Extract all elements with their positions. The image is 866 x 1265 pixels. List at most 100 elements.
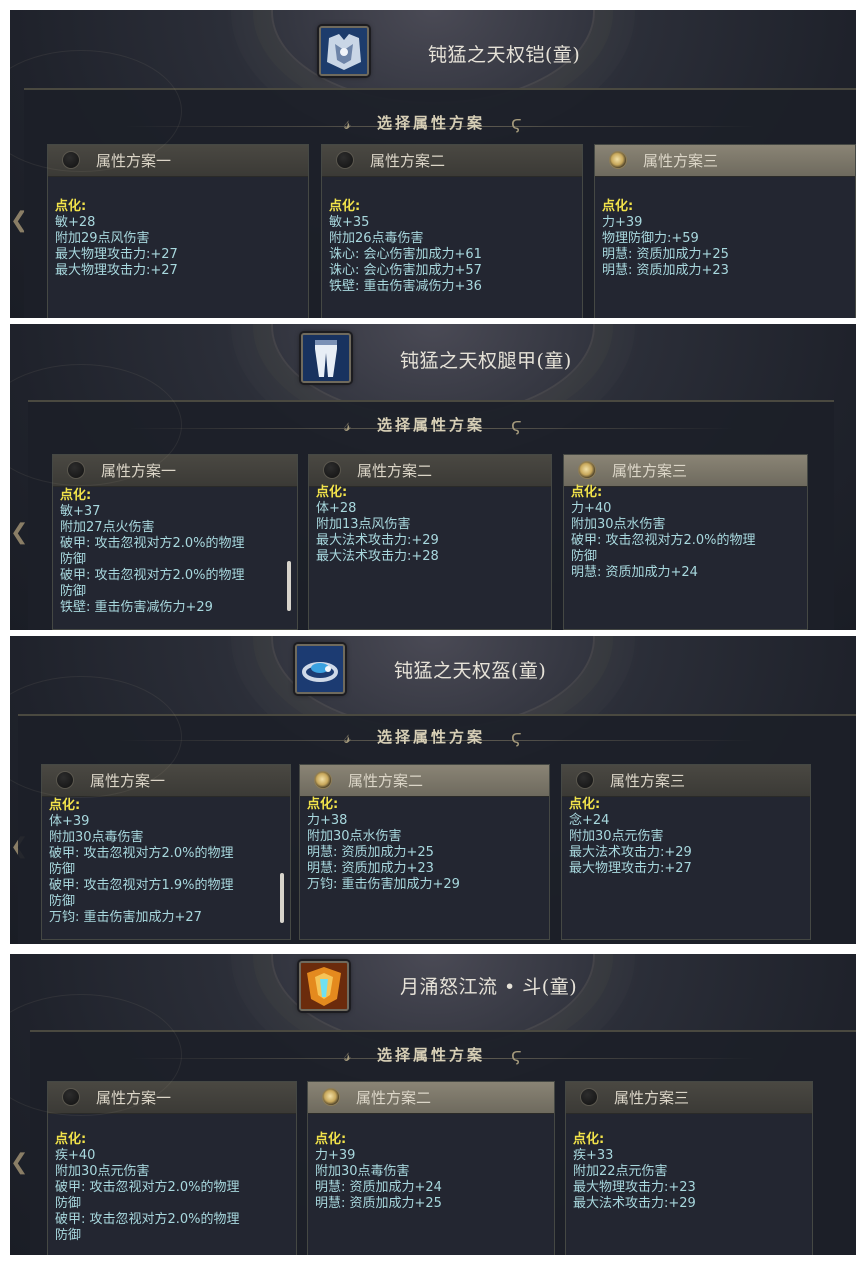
flourish-left-icon: 𝓈 bbox=[344, 415, 352, 436]
attribute-line: 破甲: 攻击忽视对方2.0%的物理 bbox=[55, 1212, 240, 1227]
refine-label: 点化: bbox=[307, 797, 339, 812]
radio-button-icon[interactable] bbox=[314, 771, 332, 789]
scheme-label: 属性方案三 bbox=[612, 462, 688, 480]
scheme-card-2[interactable]: 属性方案二 点化: 力+39 附加30点毒伤害 明慧: 资质加成力+24 明慧: 资质加成… bbox=[307, 1081, 555, 1255]
scheme-card-1[interactable]: 属性方案一 点化: 疾+40 附加30点元伤害 破甲: 攻击忽视对方2.0%的物理 防御破… bbox=[47, 1081, 297, 1255]
attribute-line: 附加26点毒伤害 bbox=[329, 231, 424, 246]
scheme-card-2[interactable]: 属性方案二 点化: 敏+35 附加26点毒伤害 诛心: 会心伤害加成力+61 诛心: 会心… bbox=[321, 144, 583, 318]
attribute-line: 敏+35 bbox=[329, 215, 370, 230]
attribute-line: 明慧: 资质加成力+25 bbox=[307, 845, 434, 860]
item-title: 钝猛之天权腿甲(童) bbox=[400, 350, 572, 372]
attribute-line: 破甲: 攻击忽视对方2.0%的物理 bbox=[49, 846, 234, 861]
attribute-line: 敏+37 bbox=[60, 504, 101, 519]
scheme-tab-1[interactable]: 属性方案一 bbox=[42, 765, 290, 797]
heading-text: 选择属性方案 bbox=[377, 1046, 486, 1064]
refine-label: 点化: bbox=[55, 1132, 87, 1147]
attribute-line: 诛心: 会心伤害加成力+61 bbox=[329, 247, 482, 262]
radio-button-icon[interactable] bbox=[62, 151, 80, 169]
attribute-line: 附加13点风伤害 bbox=[316, 517, 411, 532]
scheme-tab-2[interactable]: 属性方案二 bbox=[309, 455, 551, 487]
attribute-list: 点化: 疾+33 附加22点元伤害 最大物理攻击力:+23 最大法术攻击力:+29 bbox=[573, 1132, 802, 1212]
radio-button-icon[interactable] bbox=[609, 151, 627, 169]
attribute-list: 点化: 念+24 附加30点元伤害 最大法术攻击力:+29 最大物理攻击力:+27 bbox=[569, 797, 800, 877]
attribute-line: 最大法术攻击力:+29 bbox=[569, 845, 692, 860]
scheme-tab-1[interactable]: 属性方案一 bbox=[53, 455, 297, 487]
scheme-tab-3[interactable]: 属性方案三 bbox=[566, 1082, 812, 1114]
scheme-label: 属性方案三 bbox=[610, 772, 686, 790]
item-panel-2: ❮ 钝猛之天权腿甲(童) 𝓈 选择属性方案 ϛ 属性方案一 点化: 敏+37 附加27点火伤害破… bbox=[10, 324, 856, 630]
attribute-line: 最大物理攻击力:+27 bbox=[569, 861, 692, 876]
radio-button-icon[interactable] bbox=[576, 771, 594, 789]
attribute-line: 附加27点火伤害 bbox=[60, 520, 155, 535]
scheme-heading: 𝓈 选择属性方案 ϛ bbox=[10, 1044, 856, 1066]
attribute-list: 点化: 力+40 附加30点水伤害 破甲: 攻击忽视对方2.0%的物理 防御 明慧: 资质… bbox=[571, 485, 797, 581]
attribute-line: 敏+28 bbox=[55, 215, 96, 230]
attribute-list: 点化: 敏+28 附加29点风伤害 最大物理攻击力:+27 最大物理攻击力:+27 bbox=[55, 199, 298, 279]
radio-button-icon[interactable] bbox=[336, 151, 354, 169]
attribute-list: 点化: 敏+37 附加27点火伤害 破甲: 攻击忽视对方2.0%的物理 防御 破甲: 攻击… bbox=[60, 488, 287, 616]
scheme-label: 属性方案二 bbox=[356, 1089, 432, 1107]
scheme-heading: 𝓈 选择属性方案 ϛ bbox=[10, 112, 856, 134]
scrollbar-thumb[interactable] bbox=[287, 561, 291, 611]
attribute-line: 防御 bbox=[571, 549, 598, 564]
scheme-tab-1[interactable]: 属性方案一 bbox=[48, 145, 308, 177]
scheme-heading: 𝓈 选择属性方案 ϛ bbox=[10, 414, 856, 436]
scheme-label: 属性方案三 bbox=[614, 1089, 690, 1107]
attribute-line: 最大物理攻击力:+23 bbox=[573, 1180, 696, 1195]
weapon-icon bbox=[299, 961, 349, 1011]
scheme-card-3[interactable]: 属性方案三点化: 力+40 附加30点水伤害 破甲: 攻击忽视对方2.0%的物理 防御明… bbox=[563, 454, 808, 630]
scheme-label: 属性方案二 bbox=[370, 152, 446, 170]
attribute-line: 铁壁: 重击伤害减伤力+36 bbox=[329, 279, 482, 294]
radio-button-icon[interactable] bbox=[322, 1088, 340, 1106]
armor-icon bbox=[319, 26, 369, 76]
radio-button-icon[interactable] bbox=[323, 461, 341, 479]
radio-button-icon[interactable] bbox=[56, 771, 74, 789]
item-title: 钝猛之天权盔(童) bbox=[394, 660, 547, 682]
scheme-card-3[interactable]: 属性方案三点化: 念+24 附加30点元伤害 最大法术攻击力:+29 最大物理攻击力:+… bbox=[561, 764, 811, 940]
scheme-tab-3[interactable]: 属性方案三 bbox=[564, 455, 807, 487]
attribute-line: 破甲: 攻击忽视对方2.0%的物理 bbox=[55, 1180, 240, 1195]
attribute-line: 防御 bbox=[49, 862, 76, 877]
flourish-left-icon: 𝓈 bbox=[344, 727, 352, 748]
attribute-line: 诛心: 会心伤害加成力+57 bbox=[329, 263, 482, 278]
attribute-line: 明慧: 资质加成力+23 bbox=[307, 861, 434, 876]
scheme-tab-3[interactable]: 属性方案三 bbox=[595, 145, 855, 177]
attribute-line: 附加30点水伤害 bbox=[571, 517, 666, 532]
heading-text: 选择属性方案 bbox=[377, 416, 486, 434]
attribute-list: 点化: 体+28 附加13点风伤害 最大法术攻击力:+29 最大法术攻击力:+28 bbox=[316, 485, 541, 565]
scheme-tab-2[interactable]: 属性方案二 bbox=[308, 1082, 554, 1114]
scheme-label: 属性方案二 bbox=[357, 462, 433, 480]
scheme-card-2[interactable]: 属性方案二点化: 体+28 附加13点风伤害 最大法术攻击力:+29 最大法术攻击力:+… bbox=[308, 454, 552, 630]
flourish-right-icon: ϛ bbox=[511, 415, 522, 436]
attribute-line: 明慧: 资质加成力+23 bbox=[602, 263, 729, 278]
attribute-line: 明慧: 资质加成力+24 bbox=[315, 1180, 442, 1195]
ornament-icon: ❮ bbox=[10, 520, 29, 545]
scheme-card-1[interactable]: 属性方案一 点化: 敏+37 附加27点火伤害 破甲: 攻击忽视对方2.0%的物理 防御破… bbox=[52, 454, 298, 630]
attribute-line: 最大物理攻击力:+27 bbox=[55, 247, 178, 262]
scheme-tab-3[interactable]: 属性方案三 bbox=[562, 765, 810, 797]
scheme-tab-2[interactable]: 属性方案二 bbox=[300, 765, 549, 797]
attribute-line: 附加30点水伤害 bbox=[307, 829, 402, 844]
item-title: 月涌怒江流 • 斗(童) bbox=[400, 976, 578, 998]
attribute-line: 附加30点元伤害 bbox=[569, 829, 664, 844]
refine-label: 点化: bbox=[60, 488, 92, 503]
refine-label: 点化: bbox=[49, 798, 81, 813]
attribute-line: 防御 bbox=[60, 552, 87, 567]
radio-button-icon[interactable] bbox=[62, 1088, 80, 1106]
refine-label: 点化: bbox=[315, 1132, 347, 1147]
radio-button-icon[interactable] bbox=[578, 461, 596, 479]
scheme-card-3[interactable]: 属性方案三点化: 疾+33 附加22点元伤害 最大物理攻击力:+23 最大法术攻击力:+… bbox=[565, 1081, 813, 1255]
scheme-card-2[interactable]: 属性方案二 点化: 力+38 附加30点水伤害 明慧: 资质加成力+25 明慧: 资质加成… bbox=[299, 764, 550, 940]
scheme-card-1[interactable]: 属性方案一 点化: 体+39 附加30点毒伤害 破甲: 攻击忽视对方2.0%的物理 防御破… bbox=[41, 764, 291, 940]
attribute-line: 念+24 bbox=[569, 813, 610, 828]
scheme-card-1[interactable]: 属性方案一点化: 敏+28 附加29点风伤害 最大物理攻击力:+27 最大物理攻击力:+… bbox=[47, 144, 309, 318]
scrollbar-thumb[interactable] bbox=[280, 873, 284, 923]
scheme-tab-2[interactable]: 属性方案二 bbox=[322, 145, 582, 177]
scheme-tab-1[interactable]: 属性方案一 bbox=[48, 1082, 296, 1114]
attribute-line: 体+28 bbox=[316, 501, 357, 516]
refine-label: 点化: bbox=[316, 485, 348, 500]
attribute-line: 最大物理攻击力:+27 bbox=[55, 263, 178, 278]
radio-button-icon[interactable] bbox=[580, 1088, 598, 1106]
scheme-card-3[interactable]: 属性方案三 点化: 力+39 物理防御力:+59 明慧: 资质加成力+25 明慧: 资质加… bbox=[594, 144, 856, 318]
radio-button-icon[interactable] bbox=[67, 461, 85, 479]
